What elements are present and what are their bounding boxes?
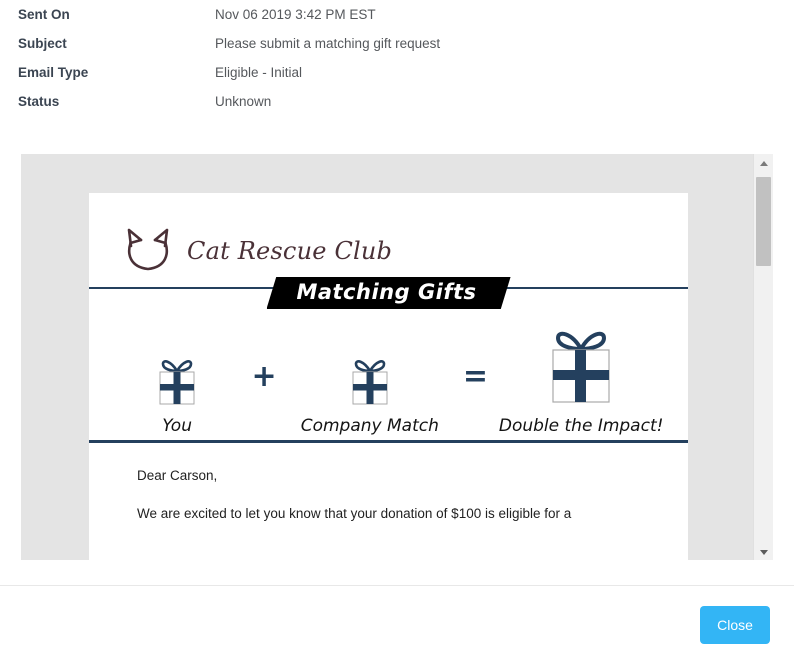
metadata-value-email-type: Eligible - Initial xyxy=(215,65,303,80)
gift-item-double-impact: Double the Impact! xyxy=(492,323,670,436)
gift-label-you: You xyxy=(162,416,192,436)
brand-name: Cat Rescue Club xyxy=(187,236,393,265)
table-row: Status Unknown xyxy=(0,87,794,116)
metadata-label-sent-on: Sent On xyxy=(18,7,70,22)
table-row: Email Type Eligible - Initial xyxy=(0,58,794,87)
gift-item-you: You xyxy=(107,355,247,436)
scrollbar-thumb[interactable] xyxy=(756,177,771,266)
close-button[interactable]: Close xyxy=(700,606,770,644)
table-row: Sent On Nov 06 2019 3:42 PM EST xyxy=(0,0,794,29)
metadata-value-subject: Please submit a matching gift request xyxy=(215,36,441,51)
email-preview-pane[interactable]: Cat Rescue Club Matching Gifts You + Com… xyxy=(21,154,773,560)
matching-gifts-banner: Matching Gifts xyxy=(266,277,511,309)
metadata-value-sent-on: Nov 06 2019 3:42 PM EST xyxy=(215,7,376,22)
email-metadata-table: Sent On Nov 06 2019 3:42 PM EST Subject … xyxy=(0,0,794,116)
matching-gift-equation: You + Company Match = Double the Impact! xyxy=(89,289,688,440)
email-greeting: Dear Carson, xyxy=(137,468,218,483)
cat-head-icon xyxy=(121,226,175,275)
metadata-label-status: Status xyxy=(18,94,60,109)
scroll-down-icon[interactable] xyxy=(754,543,773,560)
gift-box-icon xyxy=(346,355,394,412)
metadata-label-subject: Subject xyxy=(18,36,67,51)
email-body-text: Dear Carson, We are excited to let you k… xyxy=(89,443,688,523)
equals-operator-icon: = xyxy=(462,359,489,394)
scroll-up-icon[interactable] xyxy=(754,154,773,171)
gift-label-company-match: Company Match xyxy=(300,416,439,436)
scrollbar[interactable] xyxy=(753,154,773,560)
email-paragraph-1: We are excited to let you know that your… xyxy=(137,506,572,522)
gift-item-company-match: Company Match xyxy=(281,355,459,436)
plus-operator-icon: + xyxy=(251,359,277,394)
footer-divider xyxy=(0,585,794,586)
email-content-canvas: Cat Rescue Club Matching Gifts You + Com… xyxy=(89,193,688,560)
gift-box-icon xyxy=(542,323,620,412)
email-brand-header: Cat Rescue Club xyxy=(89,193,688,271)
gift-box-icon xyxy=(153,355,201,412)
gift-label-double-impact: Double the Impact! xyxy=(498,416,664,436)
table-row: Subject Please submit a matching gift re… xyxy=(0,29,794,58)
metadata-label-email-type: Email Type xyxy=(18,65,89,80)
status-badge: Unknown xyxy=(215,94,272,109)
